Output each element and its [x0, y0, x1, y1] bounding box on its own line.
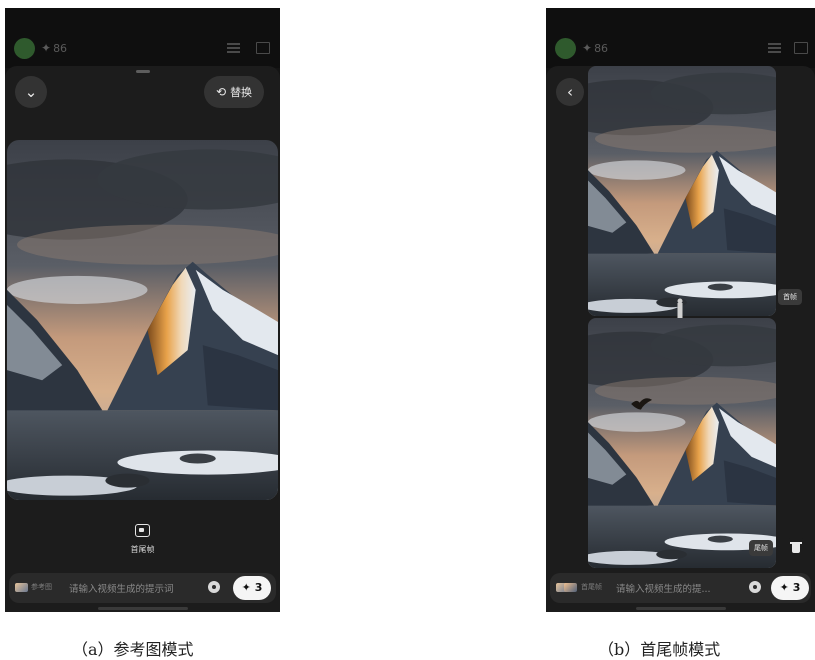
first-frame-tag: 首帧 [778, 289, 802, 305]
star-icon: ✦ [41, 41, 52, 55]
avatar[interactable] [14, 38, 35, 59]
top-bar: ✦ 86 [5, 8, 280, 68]
replace-button[interactable]: ⟲ 替换 [204, 76, 265, 108]
caption-b: （b）首尾帧模式 [598, 640, 721, 659]
last-frame-thumbnail[interactable] [564, 583, 577, 592]
chevron-down-icon: ⌄ [24, 83, 38, 101]
reference-image[interactable] [7, 140, 278, 500]
collapse-button[interactable]: ⌄ [15, 76, 47, 108]
sheet-handle[interactable] [135, 70, 150, 73]
trash-icon [790, 542, 802, 553]
back-chevron-icon: ‹ [567, 83, 573, 101]
back-button[interactable]: ‹ [556, 78, 584, 106]
top-bar: ✦ 86 [546, 8, 815, 68]
star-icon: ✦ [241, 581, 251, 594]
phone-first-last-frame-mode: ✦ 86 ‹ 首帧 尾帧 首尾帧 请输入视频生成的提... ✦ 3 [546, 8, 815, 612]
folder-icon[interactable] [256, 42, 270, 54]
caption-a: （a）参考图模式 [72, 640, 194, 659]
phone-reference-mode: ✦ 86 ⌄ ⟲ 替换 首尾帧 参考图 请输入视频生成的提示词 ✦ 3 [5, 8, 280, 612]
prompt-input[interactable]: 请输入视频生成的提示词 [69, 581, 204, 595]
star-icon: ✦ [582, 41, 593, 55]
settings-icon[interactable] [208, 581, 220, 593]
list-icon[interactable] [227, 43, 240, 53]
last-frame-tag: 尾帧 [749, 540, 773, 556]
frames-icon [135, 524, 150, 537]
last-frame-image[interactable] [588, 318, 776, 568]
delete-frame-button[interactable] [786, 538, 806, 558]
prompt-bar: 首尾帧 请输入视频生成的提... ✦ 3 [550, 573, 811, 603]
swap-icon: ⟲ [216, 85, 227, 99]
folder-icon[interactable] [794, 42, 808, 54]
avatar[interactable] [555, 38, 576, 59]
home-indicator [97, 607, 188, 610]
list-icon[interactable] [768, 43, 781, 53]
prompt-input[interactable]: 请输入视频生成的提... [616, 581, 742, 595]
reference-thumbnail[interactable] [15, 583, 28, 592]
credits-counter: ✦ 86 [582, 41, 609, 55]
frames-mode-toggle[interactable]: 首尾帧 [5, 522, 280, 555]
generate-button[interactable]: ✦ 3 [233, 576, 271, 600]
generate-button[interactable]: ✦ 3 [771, 576, 809, 600]
home-indicator [635, 607, 726, 610]
star-icon: ✦ [779, 581, 789, 594]
settings-icon[interactable] [749, 581, 761, 593]
first-frame-image[interactable] [588, 66, 776, 316]
prompt-bar: 参考图 请输入视频生成的提示词 ✦ 3 [9, 573, 276, 603]
credits-counter: ✦ 86 [41, 41, 68, 55]
